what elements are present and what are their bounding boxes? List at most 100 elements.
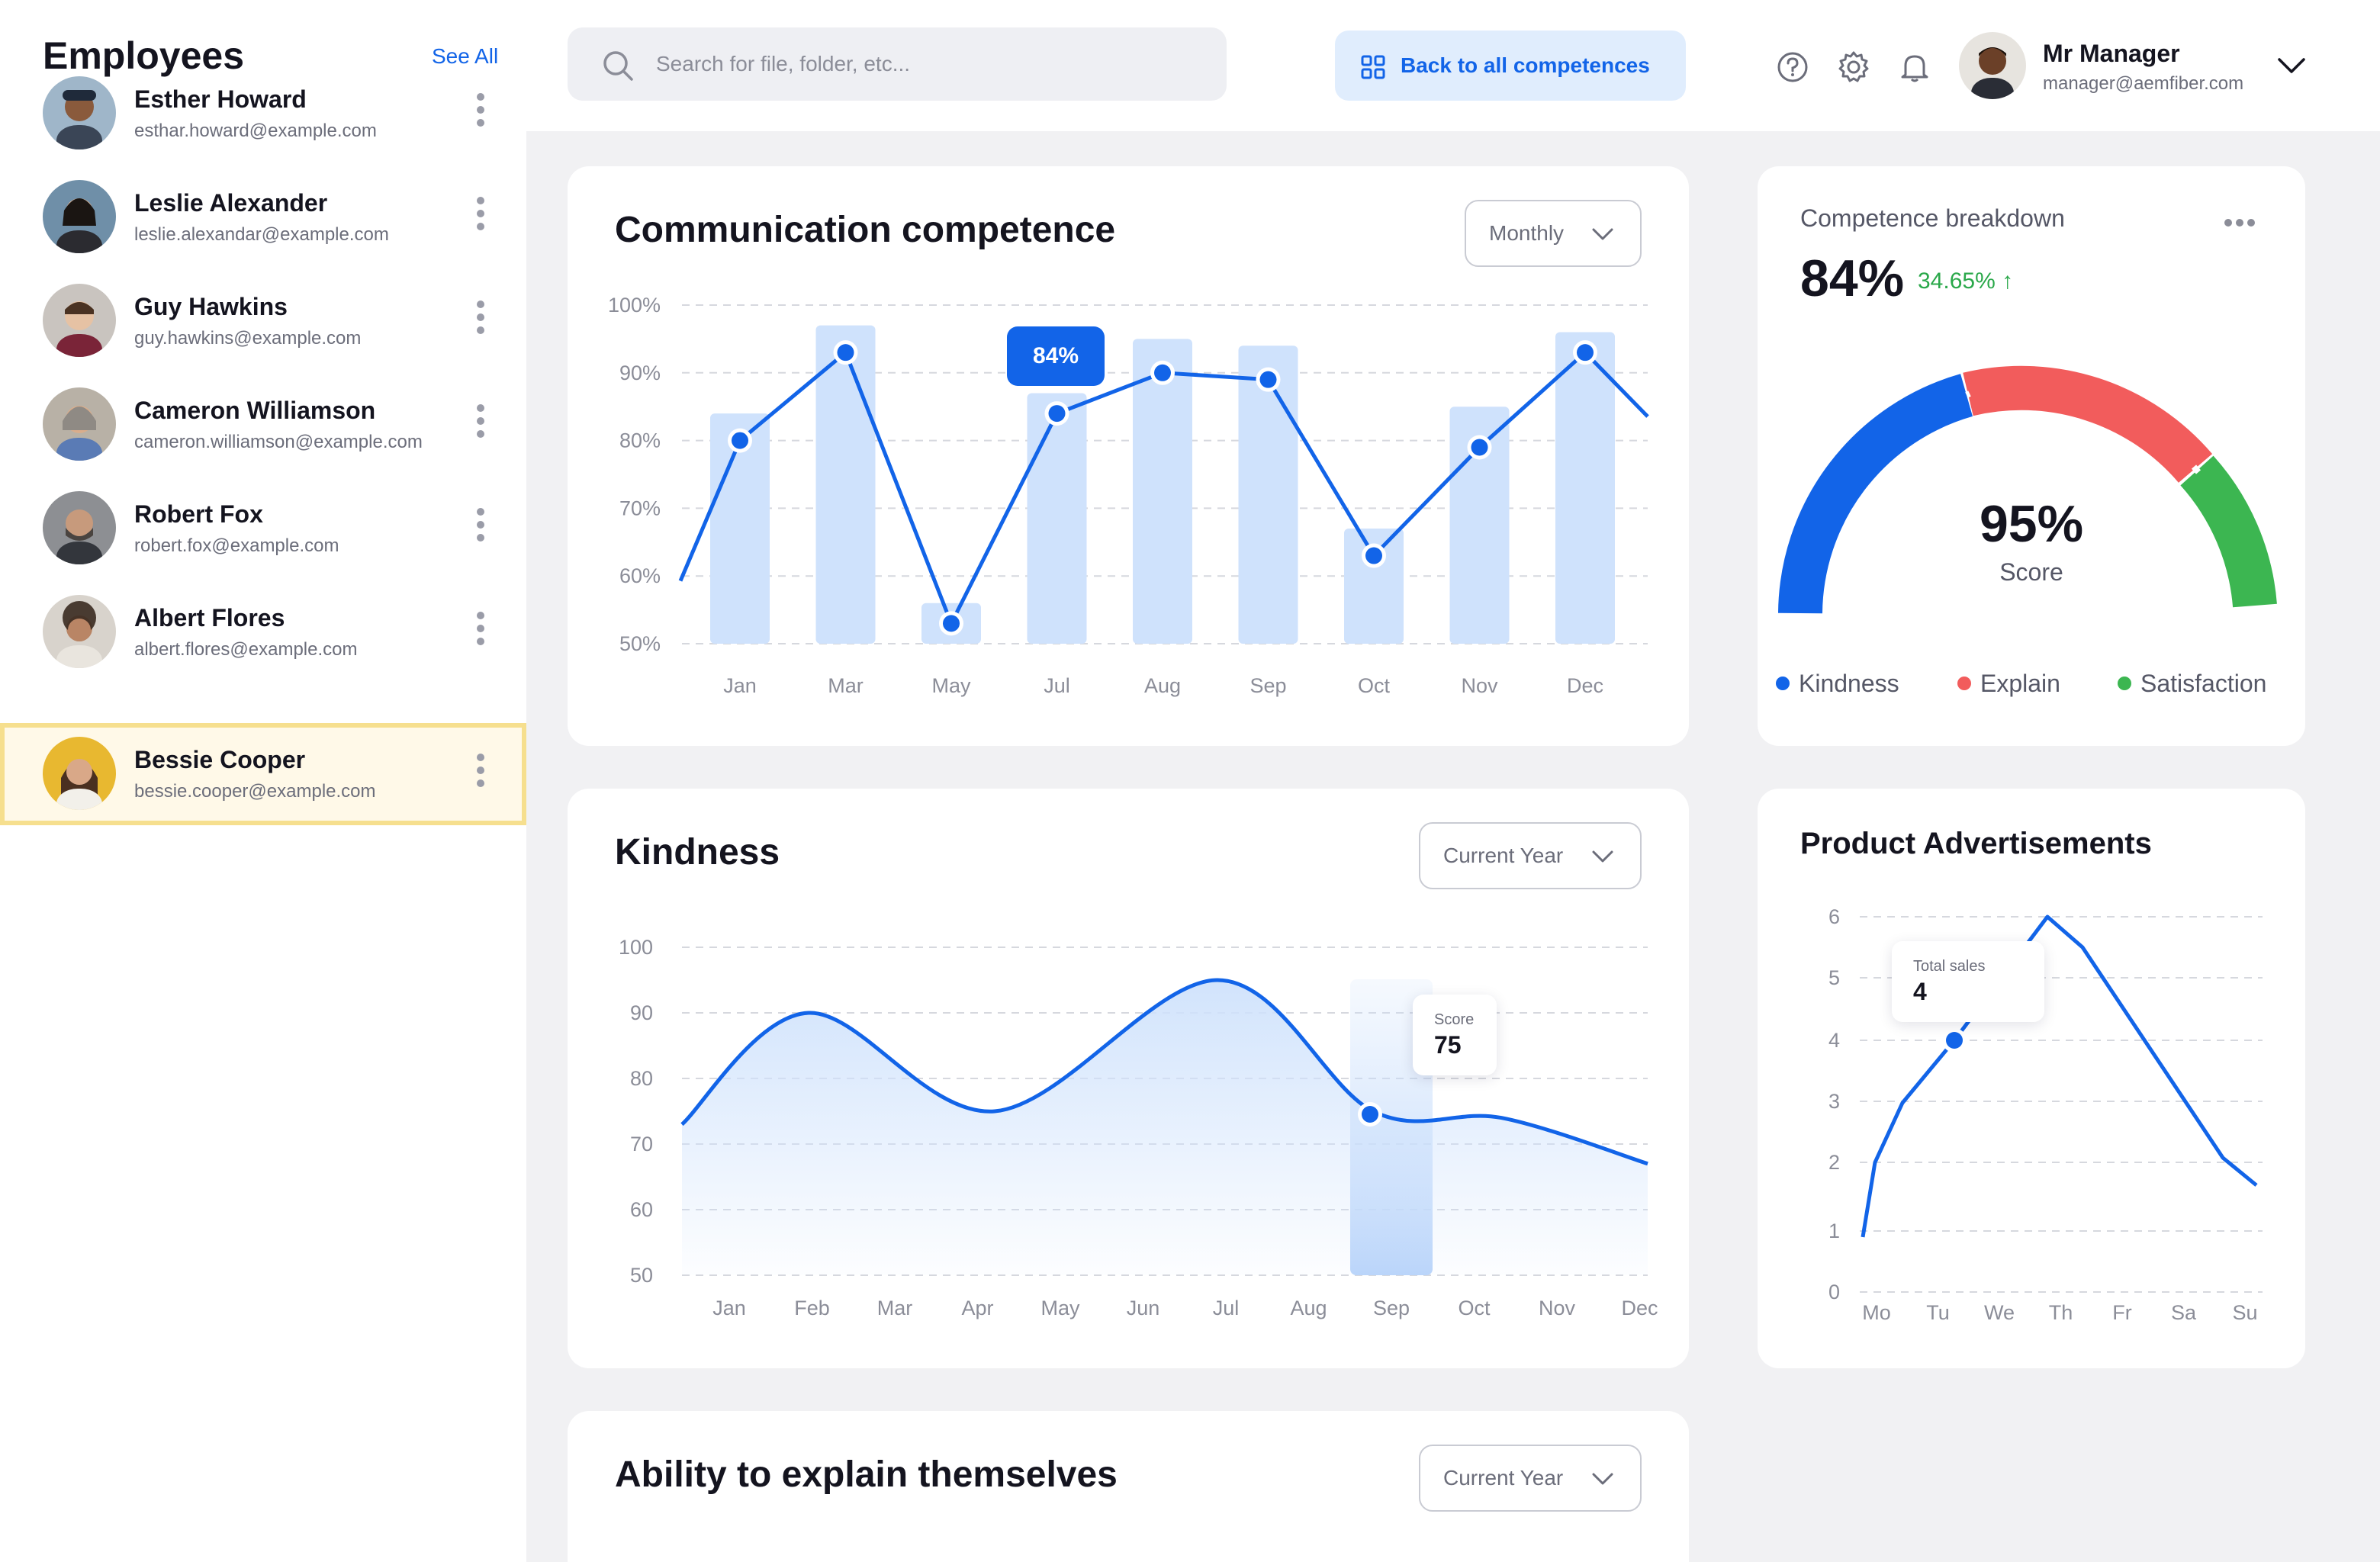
data-point [1577, 344, 1594, 362]
x-tick-label: Sa [2171, 1301, 2197, 1324]
more-options-icon[interactable] [471, 93, 490, 134]
y-tick-label: 90% [619, 362, 661, 384]
employee-email: albert.flores@example.com [134, 639, 358, 660]
employee-name: Bessie Cooper [134, 746, 306, 773]
employee-list-item[interactable]: Cameron Williamson cameron.williamson@ex… [0, 374, 526, 476]
x-tick-label: Fr [2112, 1301, 2131, 1324]
data-point [1362, 1106, 1378, 1123]
avatar [43, 595, 116, 668]
explain-card: Ability to explain themselves Current Ye… [568, 1411, 1689, 1562]
more-options-icon[interactable] [471, 197, 490, 238]
x-tick-label: Sep [1373, 1297, 1410, 1319]
x-tick-label: Dec [1621, 1297, 1658, 1319]
x-tick-label: Aug [1290, 1297, 1327, 1319]
more-options-icon[interactable] [471, 301, 490, 342]
tooltip-label: Score [1434, 1011, 1475, 1028]
settings-icon[interactable] [1837, 50, 1870, 84]
employee-list-item[interactable]: Albert Flores albert.flores@example.com [0, 581, 526, 683]
y-tick-label: 50 [630, 1264, 653, 1287]
employee-list-item[interactable]: Guy Hawkins guy.hawkins@example.com [0, 270, 526, 372]
chart-tooltip: Total sales 4 [1892, 941, 2044, 1022]
x-tick-label: Jul [1044, 674, 1070, 697]
legend-dot [1957, 676, 1971, 690]
x-tick-label: Tu [1926, 1301, 1950, 1324]
data-point [1259, 371, 1277, 388]
data-point [1471, 439, 1488, 456]
chevron-down-icon[interactable] [2276, 56, 2307, 75]
employee-list-item-selected[interactable]: Bessie Cooper bessie.cooper@example.com [0, 723, 526, 825]
x-tick-label: Apr [961, 1297, 993, 1319]
kindness-card: Kindness Current Year 100 90 80 70 60 50 Jan Fe… [568, 789, 1689, 1368]
y-tick-label: 2 [1828, 1151, 1840, 1174]
more-options-icon[interactable] [471, 754, 490, 795]
y-tick-label: 3 [1828, 1090, 1840, 1113]
manager-email: manager@aemfiber.com [2043, 73, 2244, 94]
back-to-competences-button[interactable]: Back to all competences [1335, 31, 1686, 101]
dropdown-value: Current Year [1443, 1466, 1564, 1490]
y-tick-label: 6 [1828, 905, 1840, 928]
employee-name: Albert Flores [134, 604, 285, 632]
search-bar[interactable] [568, 27, 1227, 101]
tooltip-label: Total sales [1913, 958, 1986, 975]
data-point [1048, 405, 1066, 423]
y-tick-label: 4 [1828, 1029, 1840, 1052]
employee-email: leslie.alexandar@example.com [134, 224, 389, 245]
legend-kindness: Kindness [1776, 670, 1899, 698]
x-tick-label: May [931, 674, 971, 697]
chart-tooltip: 84% [1007, 326, 1105, 386]
avatar [43, 180, 116, 253]
y-tick-label: 100 [619, 936, 653, 959]
x-tick-label: Mo [1862, 1301, 1891, 1324]
x-tick-label: Sep [1250, 674, 1286, 697]
gauge-explain-arc [1963, 365, 2213, 484]
product-ads-chart: 6 5 4 3 2 1 0 Mo Tu We Th Fr Sa Su [1828, 905, 2263, 1324]
kindness-chart: 100 90 80 70 60 50 Jan Feb Mar Apr May Jun Jul Aug Sep… [619, 936, 1658, 1319]
employee-name: Leslie Alexander [134, 189, 328, 217]
y-tick-label: 80 [630, 1067, 653, 1090]
more-options-icon[interactable] [471, 404, 490, 445]
employee-email: bessie.cooper@example.com [134, 781, 376, 802]
help-icon[interactable] [1776, 50, 1809, 84]
y-tick-label: 90 [630, 1001, 653, 1024]
bell-icon[interactable] [1898, 50, 1931, 84]
more-options-icon[interactable] [471, 612, 490, 653]
legend-explain: Explain [1957, 670, 2060, 698]
manager-name: Mr Manager [2043, 40, 2180, 67]
x-tick-label: Oct [1358, 674, 1391, 697]
product-ads-card: Product Advertisements 6 5 4 3 2 1 0 Mo Tu We Th Fr… [1758, 789, 2305, 1368]
communication-chart: 100% 90% 80% 70% 60% 50% Jan Mar May Jul Aug Sep Oct… [608, 294, 1649, 697]
more-options-icon[interactable] [471, 508, 490, 549]
period-dropdown[interactable]: Current Year [1419, 1445, 1642, 1512]
area-fill [682, 980, 1648, 1275]
manager-avatar[interactable] [1959, 32, 2026, 99]
score-gauge [1778, 365, 2277, 614]
y-tick-label: 70% [619, 497, 661, 519]
data-point [837, 344, 854, 362]
search-input[interactable] [656, 44, 1205, 84]
x-tick-label: Oct [1458, 1297, 1491, 1319]
data-point [1154, 364, 1171, 381]
chevron-down-icon [1592, 1473, 1613, 1485]
data-point [943, 615, 960, 632]
legend-dot [1776, 676, 1790, 690]
bar [1027, 393, 1087, 644]
employee-name: Guy Hawkins [134, 293, 288, 320]
card-title: Ability to explain themselves [615, 1454, 1118, 1495]
x-tick-label: Aug [1144, 674, 1181, 697]
employee-name: Robert Fox [134, 500, 263, 528]
x-tick-label: Jan [723, 674, 757, 697]
employee-email: robert.fox@example.com [134, 535, 339, 556]
employee-list-item[interactable]: Esther Howard esthar.howard@example.com [0, 63, 526, 165]
back-button-label: Back to all competences [1401, 53, 1650, 77]
y-tick-label: 70 [630, 1133, 653, 1155]
employee-list-item[interactable]: Leslie Alexander leslie.alexandar@exampl… [0, 166, 526, 268]
y-tick-label: 50% [619, 632, 661, 655]
x-tick-label: Jun [1127, 1297, 1160, 1319]
communication-competence-card: Communication competence Monthly 100% 90%… [568, 166, 1689, 746]
avatar [43, 387, 116, 461]
employee-email: cameron.williamson@example.com [134, 432, 423, 452]
employee-email: esthar.howard@example.com [134, 121, 377, 141]
x-tick-label: We [1984, 1301, 2015, 1324]
employee-list-item[interactable]: Robert Fox robert.fox@example.com [0, 477, 526, 580]
x-tick-label: Jan [712, 1297, 746, 1319]
